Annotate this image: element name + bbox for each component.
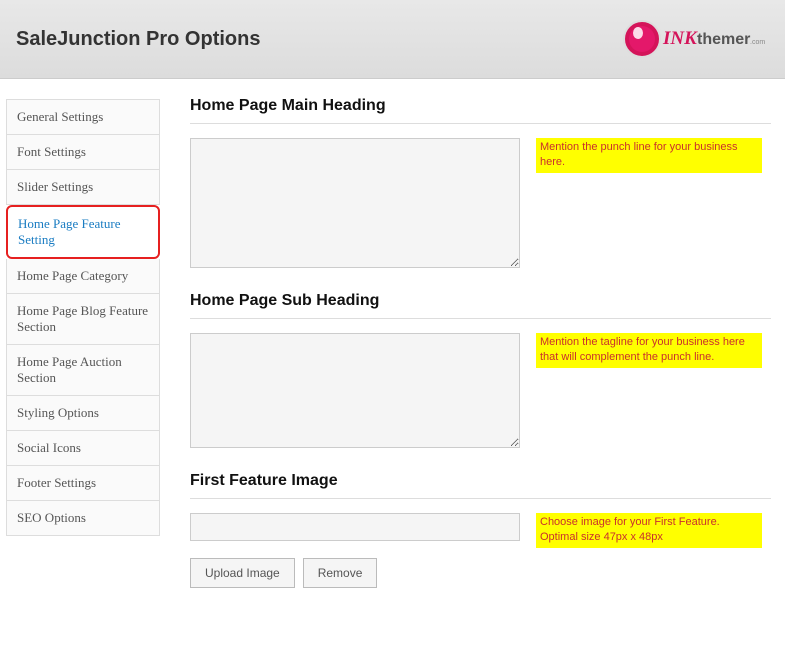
sidebar: General Settings Font Settings Slider Se… (0, 79, 160, 536)
section-title: Home Page Sub Heading (190, 292, 771, 319)
main-heading-textarea[interactable] (190, 138, 520, 268)
sidebar-item-home-page-category[interactable]: Home Page Category (6, 259, 160, 294)
section-body: Mention the tagline for your business he… (190, 333, 771, 448)
content-area: Home Page Main Heading Mention the punch… (160, 79, 785, 630)
sidebar-item-label: Home Page Category (17, 268, 128, 283)
sidebar-item-label: Font Settings (17, 144, 86, 159)
sidebar-item-styling-options[interactable]: Styling Options (6, 396, 160, 431)
svg-text:INK: INK (662, 28, 698, 49)
section-title: First Feature Image (190, 472, 771, 499)
brand-logo: INK themer .com (619, 18, 769, 60)
sidebar-item-label: Home Page Blog Feature Section (17, 303, 148, 334)
section-first-feature-image: First Feature Image Choose image for you… (190, 472, 771, 588)
button-row: Upload Image Remove (190, 558, 771, 588)
sub-heading-hint: Mention the tagline for your business he… (536, 333, 762, 368)
sidebar-item-label: Styling Options (17, 405, 99, 420)
remove-button[interactable]: Remove (303, 558, 378, 588)
svg-text:.com: .com (750, 39, 765, 46)
feature-image-path-input[interactable] (190, 513, 520, 541)
sidebar-item-label: SEO Options (17, 510, 86, 525)
sidebar-item-label: Home Page Auction Section (17, 354, 122, 385)
svg-text:themer: themer (697, 31, 750, 48)
section-body: Mention the punch line for your business… (190, 138, 771, 268)
feature-image-hint: Choose image for your First Feature. Opt… (536, 513, 762, 548)
sub-heading-textarea[interactable] (190, 333, 520, 448)
sidebar-item-general-settings[interactable]: General Settings (6, 99, 160, 135)
sidebar-item-label: Social Icons (17, 440, 81, 455)
main-heading-hint: Mention the punch line for your business… (536, 138, 762, 173)
sidebar-item-home-page-auction-section[interactable]: Home Page Auction Section (6, 345, 160, 396)
sidebar-item-slider-settings[interactable]: Slider Settings (6, 170, 160, 205)
sidebar-item-footer-settings[interactable]: Footer Settings (6, 466, 160, 501)
sidebar-item-home-page-feature-setting[interactable]: Home Page Feature Setting (6, 205, 160, 259)
sidebar-item-label: Footer Settings (17, 475, 96, 490)
header-bar: SaleJunction Pro Options INK themer .com (0, 0, 785, 79)
page-title: SaleJunction Pro Options (16, 28, 260, 51)
section-main-heading: Home Page Main Heading Mention the punch… (190, 97, 771, 268)
section-title: Home Page Main Heading (190, 97, 771, 124)
sidebar-item-font-settings[interactable]: Font Settings (6, 135, 160, 170)
main-container: General Settings Font Settings Slider Se… (0, 79, 785, 630)
section-sub-heading: Home Page Sub Heading Mention the taglin… (190, 292, 771, 448)
sidebar-item-label: Home Page Feature Setting (18, 216, 121, 247)
sidebar-item-social-icons[interactable]: Social Icons (6, 431, 160, 466)
sidebar-item-seo-options[interactable]: SEO Options (6, 501, 160, 536)
sidebar-item-home-page-blog-feature-section[interactable]: Home Page Blog Feature Section (6, 294, 160, 345)
section-body: Choose image for your First Feature. Opt… (190, 513, 771, 548)
upload-image-button[interactable]: Upload Image (190, 558, 295, 588)
sidebar-item-label: Slider Settings (17, 179, 93, 194)
sidebar-item-label: General Settings (17, 109, 103, 124)
